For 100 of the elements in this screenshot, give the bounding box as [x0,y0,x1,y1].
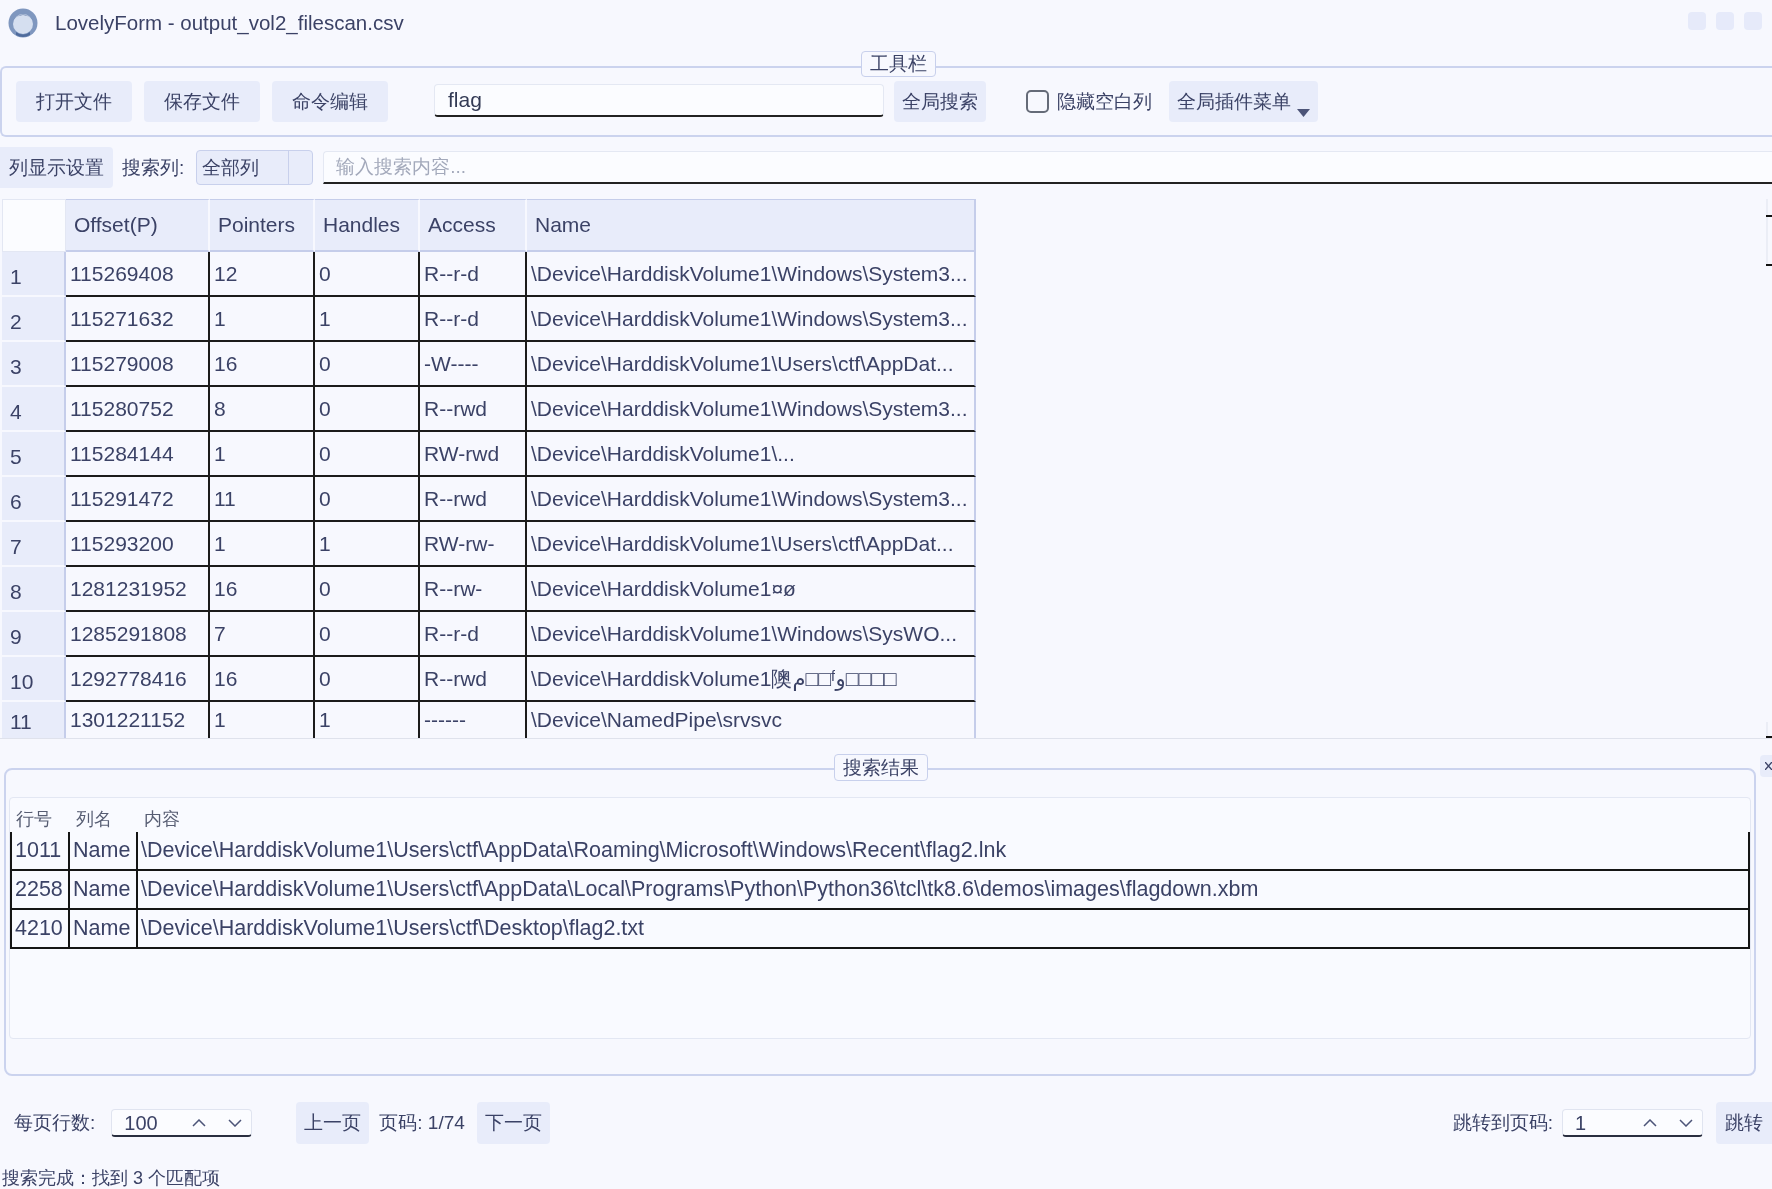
table-cell: 8 [210,387,315,432]
toolbar-button[interactable]: 保存文件 [144,81,260,122]
table-cell: 0 [315,342,420,387]
table-cell: 1281231952 [66,567,210,612]
row-header[interactable]: 3 [2,342,66,387]
group-title: 工具栏 [861,51,936,77]
table-cell: 115271632 [66,297,210,342]
search-column-dropdown[interactable]: 全部列 [196,150,314,185]
table-cell: 1292778416 [66,657,210,702]
table-cell: 0 [315,387,420,432]
table-cell: 0 [315,567,420,612]
column-header[interactable]: Name [527,199,976,252]
table-cell: Name [70,910,138,947]
table-cell: \Device\HarddiskVolume1\Windows\System3... [527,387,976,432]
column-header[interactable]: 列名 [70,807,138,832]
table-cell: R--rwd [420,387,527,432]
page-indicator: 页码: 1/74 [379,1111,465,1135]
jump-button[interactable]: 跳转 [1716,1102,1772,1144]
table-cell: 1 [210,297,315,342]
column-header[interactable]: 行号 [10,807,70,832]
global-search-button[interactable]: 全局搜索 [894,81,986,122]
table-cell: Name [70,871,138,908]
table-cell: \Device\HarddiskVolume1\Windows\System3... [527,297,976,342]
table-cell: \Device\HarddiskVolume1\Windows\System3... [527,252,976,297]
table-cell: 0 [315,252,420,297]
table-cell: \Device\HarddiskVolume1\Users\ctf\AppDat... [527,522,976,567]
table-cell: 1285291808 [66,612,210,657]
toolbar-button[interactable]: 打开文件 [16,81,132,122]
table-cell: 1011 [10,832,70,869]
plugin-menu-button[interactable]: 全局插件菜单 [1169,81,1318,122]
chevron-up-icon[interactable] [1643,1118,1657,1127]
row-header[interactable]: 10 [2,657,66,702]
next-page-button[interactable]: 下一页 [476,1102,550,1144]
row-header[interactable]: 9 [2,612,66,657]
table-cell: 2258 [10,871,70,908]
table-cell: R--rw- [420,567,527,612]
column-settings-button[interactable]: 列显示设置 [0,147,113,188]
row-header[interactable]: 8 [2,567,66,612]
table-cell: R--r-d [420,252,527,297]
table-cell: 115284144 [66,432,210,477]
rows-per-page-label: 每页行数: [14,1111,96,1135]
row-header[interactable]: 5 [2,432,66,477]
close-icon [1765,762,1772,770]
close-button[interactable] [1760,755,1772,777]
toolbar-button[interactable]: 命令编辑 [272,81,388,122]
search-column-label: 搜索列: [122,155,185,180]
table-cell: \Device\HarddiskVolume1\Users\ctf\AppDat... [527,342,976,387]
search-field[interactable]: 输入搜索内容... [323,151,1772,184]
table-cell: 1 [210,432,315,477]
table-cell: 115293200 [66,522,210,567]
checkbox[interactable] [1026,90,1049,113]
table-cell: 16 [210,657,315,702]
table-cell: \Device\HarddiskVolume1\Users\ctf\Desktop\flag2.txt [138,910,1750,947]
table-cell: 115280752 [66,387,210,432]
column-header[interactable]: Access [420,199,527,252]
caret-icon [1297,109,1310,117]
table-cell: 115269408 [66,252,210,297]
table-cell: \Device\HarddiskVolume1¤ø [527,567,976,612]
column-header[interactable]: 内容 [138,807,1750,832]
table-cell: \Device\HarddiskVolume1\Users\ctf\AppData\Roaming\Microsoft\Windows\Recent\flag2.lnk [138,832,1750,869]
chevron-down-icon[interactable] [228,1118,243,1127]
table-cell: 0 [315,477,420,522]
table-cell: 16 [210,567,315,612]
row-header[interactable]: 6 [2,477,66,522]
group-title: 搜索结果 [834,754,928,781]
window-title: LovelyForm - output_vol2_filescan.csv [55,10,404,35]
table-cell: \Device\HarddiskVolume1\Windows\SysWO... [527,612,976,657]
chevron-down-icon[interactable] [1679,1118,1693,1127]
table-cell: 115279008 [66,342,210,387]
table-cell: 12 [210,252,315,297]
column-header[interactable]: Pointers [210,199,315,252]
table-cell: \Device\HarddiskVolume1\Users\ctf\AppData\Local\Programs\Python\Python36\tcl\tk8.6\demos\images\flagdown.xbm [138,871,1750,908]
table-cell: 0 [315,432,420,477]
column-header[interactable]: Handles [315,199,420,252]
table-cell: 16 [210,342,315,387]
rows-per-page-spinbox[interactable]: 100 [111,1109,253,1137]
row-header[interactable]: 2 [2,297,66,342]
row-header[interactable]: 1 [2,252,66,297]
jump-page-spinbox[interactable]: 1 [1562,1109,1703,1137]
table-cell: 4210 [10,910,70,947]
table-cell: -W---- [420,342,527,387]
row-header[interactable]: 11 [2,702,66,738]
search-field[interactable]: flag [434,84,884,117]
table-cell: 115291472 [66,477,210,522]
checkbox-label[interactable]: 隐藏空白列 [1057,81,1152,122]
table-cell: 11 [210,477,315,522]
scrollbar[interactable] [1766,199,1772,739]
table-cell: \Device\HarddiskVolume1隩م□□ᶠو□□□□ [527,657,976,702]
chevron-up-icon[interactable] [192,1118,207,1127]
table-cell: 1 [315,522,420,567]
table-cell: 1 [210,522,315,567]
table-cell: \Device\HarddiskVolume1\Windows\System3... [527,477,976,522]
table-cell: R--r-d [420,297,527,342]
previous-page-button[interactable]: 上一页 [296,1102,370,1144]
app-icon [8,7,38,38]
table-cell: RW-rwd [420,432,527,477]
table-cell: 0 [315,612,420,657]
row-header[interactable]: 4 [2,387,66,432]
column-header[interactable]: Offset(P) [66,199,210,252]
row-header[interactable]: 7 [2,522,66,567]
